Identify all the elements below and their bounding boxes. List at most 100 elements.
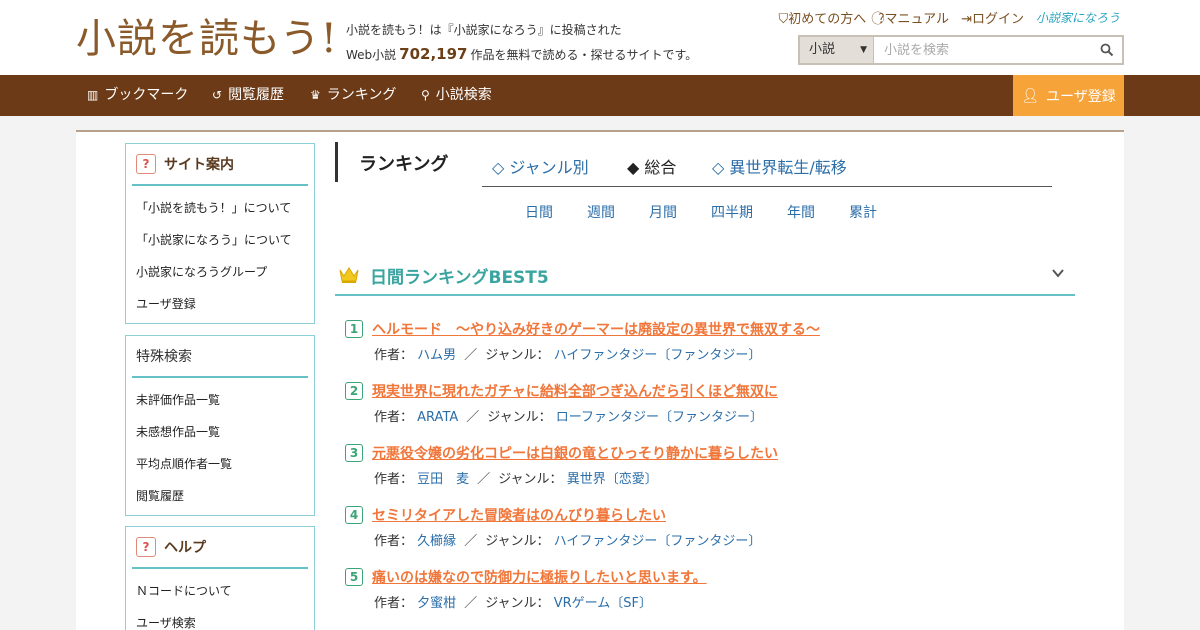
special-search-box: 特殊検索 未評価作品一覧 未感想作品一覧 平均点順作者一覧 閲覧履歴: [125, 335, 315, 516]
shield-icon: ⛉: [778, 12, 789, 27]
sidebar-item-no-review[interactable]: 未感想作品一覧: [126, 416, 314, 448]
site-tagline: 小説を読もう！は『小説家になろう』に投稿された Web小説 702,197 作品を無…: [346, 18, 697, 67]
beginner-link[interactable]: ⛉初めての方へ: [778, 8, 866, 27]
genre-label: ジャンル：: [485, 348, 550, 363]
site-header: 小説を読もう! 小説を読もう！は『小説家になろう』に投稿された Web小説 702…: [0, 0, 1200, 75]
genre-link[interactable]: ハイファンタジー〔ファンタジー〕: [554, 348, 762, 363]
novel-title-link[interactable]: ヘルモード ～やり込み好きのゲーマーは廃設定の異世界で無双する～: [372, 319, 820, 339]
genre-link[interactable]: ローファンタジー〔ファンタジー〕: [556, 410, 763, 425]
tagline-line2: Web小説 702,197 作品を無料で読める・探せるサイトです。: [346, 42, 697, 67]
search-input[interactable]: [874, 37, 1092, 63]
meta-separator: ／: [464, 596, 478, 611]
author-link[interactable]: 夕蜜柑: [417, 596, 456, 611]
author-link[interactable]: ARATA: [417, 410, 458, 425]
novel-title-link[interactable]: 現実世界に現れたガチャに給料全部つぎ込んだら引くほど無双に: [372, 381, 778, 401]
novel-title-link[interactable]: 痛いのは嫌なので防御力に極振りしたいと思います。: [372, 567, 707, 587]
nav-ranking[interactable]: ♛ ランキング: [310, 75, 396, 116]
login-icon: ⇥: [961, 12, 972, 27]
crown-icon: ♛: [310, 88, 321, 102]
history-icon: ↺: [212, 88, 223, 102]
nav-bookmark[interactable]: ▥ ブックマーク: [87, 75, 188, 116]
sidebar-item-user-search[interactable]: ユーザ検索: [126, 607, 314, 630]
search-button[interactable]: [1092, 37, 1122, 63]
site-guide-title: サイト案内: [164, 157, 234, 173]
beginner-label: 初めての方へ: [788, 12, 867, 27]
tab-divider: [482, 186, 1052, 187]
crown-icon: [339, 267, 359, 283]
sidebar-item-avg-score-authors[interactable]: 平均点順作者一覧: [126, 448, 314, 480]
period-quarterly[interactable]: 四半期: [711, 202, 753, 222]
meta-separator: ／: [464, 534, 478, 549]
nav-search[interactable]: ⚲ 小説検索: [421, 75, 492, 116]
nav-ranking-label: ランキング: [326, 87, 397, 103]
special-search-header: 特殊検索: [132, 336, 308, 378]
novel-meta: 作者： 夕蜜柑 ／ ジャンル： VRゲーム〔SF〕: [374, 592, 652, 611]
sidebar-item-about-yomou[interactable]: 「小説を読もう！」について: [126, 192, 314, 224]
sidebar-item-history[interactable]: 閲覧履歴: [126, 480, 314, 512]
sidebar-item-ncode[interactable]: Ｎコードについて: [126, 575, 314, 607]
tagline-line1: 小説を読もう！は『小説家になろう』に投稿された: [346, 23, 622, 37]
period-daily[interactable]: 日間: [525, 202, 553, 222]
caret-down-icon: ▼: [860, 45, 867, 55]
search-icon: ⚲: [421, 88, 430, 102]
author-link[interactable]: 久櫛縁: [417, 534, 456, 549]
rank-number-badge: 2: [345, 382, 363, 400]
tab-overall[interactable]: ◆ 総合: [627, 154, 676, 178]
genre-label: ジャンル：: [498, 472, 563, 487]
nav-history-label: 閲覧履歴: [228, 87, 285, 103]
sidebar-item-about-narou[interactable]: 「小説家になろう」について: [126, 224, 314, 256]
genre-label: ジャンル：: [487, 410, 552, 425]
top-links: ⛉初めての方へ ?⃝マニュアル ⇥ログイン 小説家になろう: [778, 8, 1120, 27]
login-link[interactable]: ⇥ログイン: [961, 8, 1024, 27]
genre-link[interactable]: VRゲーム〔SF〕: [554, 596, 652, 611]
genre-link[interactable]: 異世界〔恋愛〕: [567, 472, 658, 487]
author-label: 作者：: [374, 534, 414, 549]
meta-separator: ／: [477, 472, 491, 487]
tagline-prefix: Web小説: [346, 48, 397, 62]
author-link[interactable]: 豆田 麦: [417, 472, 469, 487]
register-button[interactable]: 👤︎ ユーザ登録: [1013, 75, 1124, 116]
period-weekly[interactable]: 週間: [587, 202, 615, 222]
search-category-value: 小説: [809, 42, 836, 57]
site-guide-list: 「小説を読もう！」について 「小説家になろう」について 小説家になろうグループ …: [126, 186, 314, 324]
manual-link[interactable]: ?⃝マニュアル: [878, 8, 949, 27]
login-label: ログイン: [971, 12, 1024, 27]
period-yearly[interactable]: 年間: [787, 202, 815, 222]
tab-genre[interactable]: ◇ ジャンル別: [492, 154, 589, 178]
best5-title: 日間ランキングBEST5: [370, 268, 549, 288]
search-category-select[interactable]: 小説 ▼: [800, 37, 874, 63]
author-label: 作者：: [374, 472, 414, 487]
sidebar-item-unrated[interactable]: 未評価作品一覧: [126, 384, 314, 416]
period-monthly[interactable]: 月間: [649, 202, 677, 222]
rank-number-badge: 4: [345, 506, 363, 524]
novel-title-link[interactable]: セミリタイアした冒険者はのんびり暮らしたい: [372, 505, 666, 525]
nav-search-label: 小説検索: [435, 87, 492, 103]
chevron-down-icon[interactable]: [1051, 266, 1065, 280]
bookshelf-icon: ▥: [87, 88, 99, 102]
nav-bookmark-label: ブックマーク: [104, 87, 189, 103]
ranking-title: ランキング: [359, 154, 449, 175]
search-icon: [1100, 43, 1114, 57]
sidebar-item-user-register[interactable]: ユーザ登録: [126, 288, 314, 320]
genre-link[interactable]: ハイファンタジー〔ファンタジー〕: [554, 534, 762, 549]
period-total[interactable]: 累計: [849, 202, 877, 222]
tab-isekai[interactable]: ◇ 異世界転生/転移: [712, 154, 847, 178]
best5-header[interactable]: 日間ランキングBEST5: [335, 254, 1075, 296]
novel-title-link[interactable]: 元悪役令嬢の劣化コピーは白銀の竜とひっそり静かに暮らしたい: [372, 443, 778, 463]
user-icon: 👤︎: [1021, 87, 1040, 104]
register-label: ユーザ登録: [1046, 88, 1116, 105]
narou-logo[interactable]: 小説家になろう: [1036, 9, 1120, 26]
author-link[interactable]: ハム男: [417, 348, 456, 363]
rank-number-badge: 5: [345, 568, 363, 586]
site-logo[interactable]: 小説を読もう!: [76, 12, 338, 66]
main-nav: ▥ ブックマーク ↺ 閲覧履歴 ♛ ランキング ⚲ 小説検索 👤︎ ユーザ登録: [0, 75, 1200, 116]
site-guide-header: ? サイト案内: [132, 144, 308, 186]
help-list: Ｎコードについて ユーザ検索: [126, 569, 314, 630]
help-title: ヘルプ: [164, 540, 206, 556]
author-label: 作者：: [374, 596, 414, 611]
meta-separator: ／: [466, 410, 480, 425]
manual-label: マニュアル: [884, 12, 950, 27]
nav-history[interactable]: ↺ 閲覧履歴: [212, 75, 284, 116]
site-guide-box: ? サイト案内 「小説を読もう！」について 「小説家になろう」について 小説家に…: [125, 143, 315, 324]
sidebar-item-narou-group[interactable]: 小説家になろうグループ: [126, 256, 314, 288]
